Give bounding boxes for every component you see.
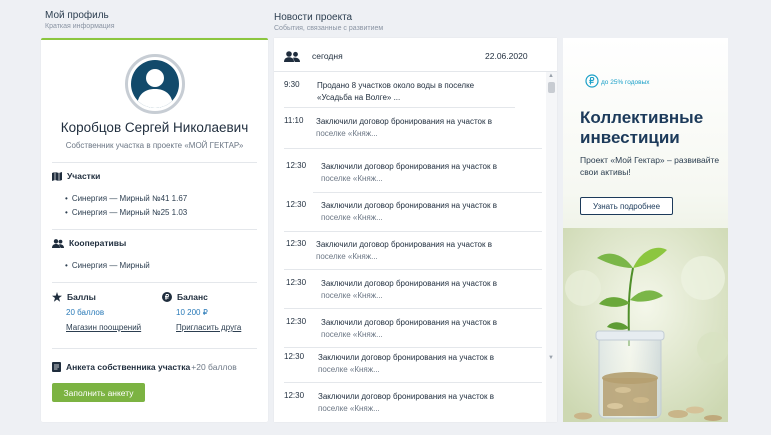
news-time: 9:30 — [284, 80, 300, 89]
news-header: сегодня 22.06.2020 — [274, 38, 557, 72]
points-value: 20 баллов — [66, 308, 105, 317]
news-text: Заключили договор бронирования на участо… — [316, 240, 492, 261]
divider — [284, 107, 515, 108]
user-silhouette-icon — [131, 60, 179, 108]
plots-title: Участки — [67, 171, 101, 181]
survey-bonus: +20 баллов — [191, 362, 237, 372]
news-time: 12:30 — [284, 391, 305, 400]
people-icon — [52, 238, 64, 248]
divider — [284, 347, 542, 348]
news-text: Заключили договор бронирования на участо… — [318, 353, 494, 374]
divider — [284, 382, 542, 383]
ad-banner[interactable]: до 25% годовых Коллективные инвестиции Пр… — [563, 38, 728, 422]
divider — [284, 308, 542, 309]
map-icon — [52, 171, 62, 181]
news-today-label: сегодня — [312, 51, 343, 61]
ruble-circle-icon — [585, 74, 599, 88]
balance-title: Баланс — [177, 292, 208, 302]
news-time: 11:10 — [284, 116, 304, 125]
scroll-up-arrow-icon[interactable]: ▲ — [548, 73, 554, 79]
profile-section-title: Мой профиль — [45, 10, 109, 21]
rewards-shop-link[interactable]: Магазин поощрений — [66, 323, 141, 332]
news-time: 12:30 — [286, 317, 307, 326]
coops-heading: Кооперативы — [52, 238, 126, 248]
divider — [52, 348, 257, 349]
ad-text: Проект «Мой Гектар» – развивайте свои ак… — [580, 155, 720, 177]
learn-more-button[interactable]: Узнать подробнее — [580, 197, 673, 215]
news-time: 12:30 — [286, 278, 307, 287]
divider — [284, 148, 542, 149]
profile-section-subtitle: Краткая информация — [45, 23, 115, 30]
survey-heading: Анкета собственника участка +20 баллов — [52, 362, 237, 372]
news-section-subtitle: События, связанные с развитием — [274, 25, 384, 32]
divider — [284, 231, 542, 232]
points-heading: Баллы — [52, 292, 96, 302]
divider — [313, 192, 542, 193]
news-text: Заключили договор бронирования на участо… — [321, 279, 497, 300]
news-time: 12:30 — [286, 239, 307, 248]
points-title: Баллы — [67, 292, 96, 302]
news-text: Продано 8 участков около воды в поселке «… — [317, 81, 475, 102]
news-scrollbar[interactable]: ▲ ▼ — [546, 72, 557, 422]
news-date: 22.06.2020 — [485, 51, 528, 61]
profile-card: Коробцов Сергей Николаевич Собственник у… — [41, 38, 268, 422]
divider — [52, 229, 257, 230]
scroll-thumb[interactable] — [548, 82, 555, 93]
coops-title: Кооперативы — [69, 238, 127, 248]
news-text: Заключили договор бронирования на участо… — [321, 318, 497, 339]
fill-survey-button[interactable]: Заполнить анкету — [52, 383, 145, 402]
balance-heading: Баланс — [162, 292, 208, 302]
balance-value: 10 200 ₽ — [176, 308, 208, 317]
plots-heading: Участки — [52, 171, 100, 181]
survey-title: Анкета собственника участка — [66, 362, 191, 372]
news-time: 12:30 — [286, 200, 307, 209]
profile-role: Собственник участка в проекте «МОЙ ГЕКТА… — [65, 141, 244, 150]
star-icon — [52, 292, 62, 302]
profile-name: Коробцов Сергей Николаевич — [60, 120, 249, 135]
coop-item[interactable]: Синергия — Мирный — [65, 261, 150, 270]
news-text: Заключили договор бронирования на участо… — [321, 201, 497, 222]
scroll-down-arrow-icon[interactable]: ▼ — [548, 355, 554, 361]
divider — [52, 162, 257, 163]
document-icon — [52, 362, 61, 372]
news-time: 12:30 — [284, 352, 305, 361]
avatar[interactable] — [125, 54, 185, 114]
coin-jar-sprout-image — [563, 228, 728, 422]
people-icon — [284, 51, 300, 62]
plot-item[interactable]: Синергия — Мирный №41 1.67 — [65, 194, 187, 203]
news-panel: сегодня 22.06.2020 9:30 Продано 8 участк… — [274, 38, 557, 422]
invite-friend-link[interactable]: Пригласить друга — [176, 323, 241, 332]
ad-title: Коллективные инвестиции — [580, 108, 704, 147]
divider — [284, 269, 542, 270]
news-time: 12:30 — [286, 161, 307, 170]
news-text: Заключили договор бронирования на участо… — [316, 117, 492, 138]
news-section-title: Новости проекта — [274, 12, 353, 23]
news-text: Заключили договор бронирования на участо… — [321, 162, 497, 183]
ruble-coin-icon — [162, 292, 172, 302]
divider — [52, 282, 257, 283]
ad-rate: до 25% годовых — [601, 79, 650, 86]
news-text: Заключили договор бронирования на участо… — [318, 392, 494, 413]
plot-item[interactable]: Синергия — Мирный №25 1.03 — [65, 208, 187, 217]
